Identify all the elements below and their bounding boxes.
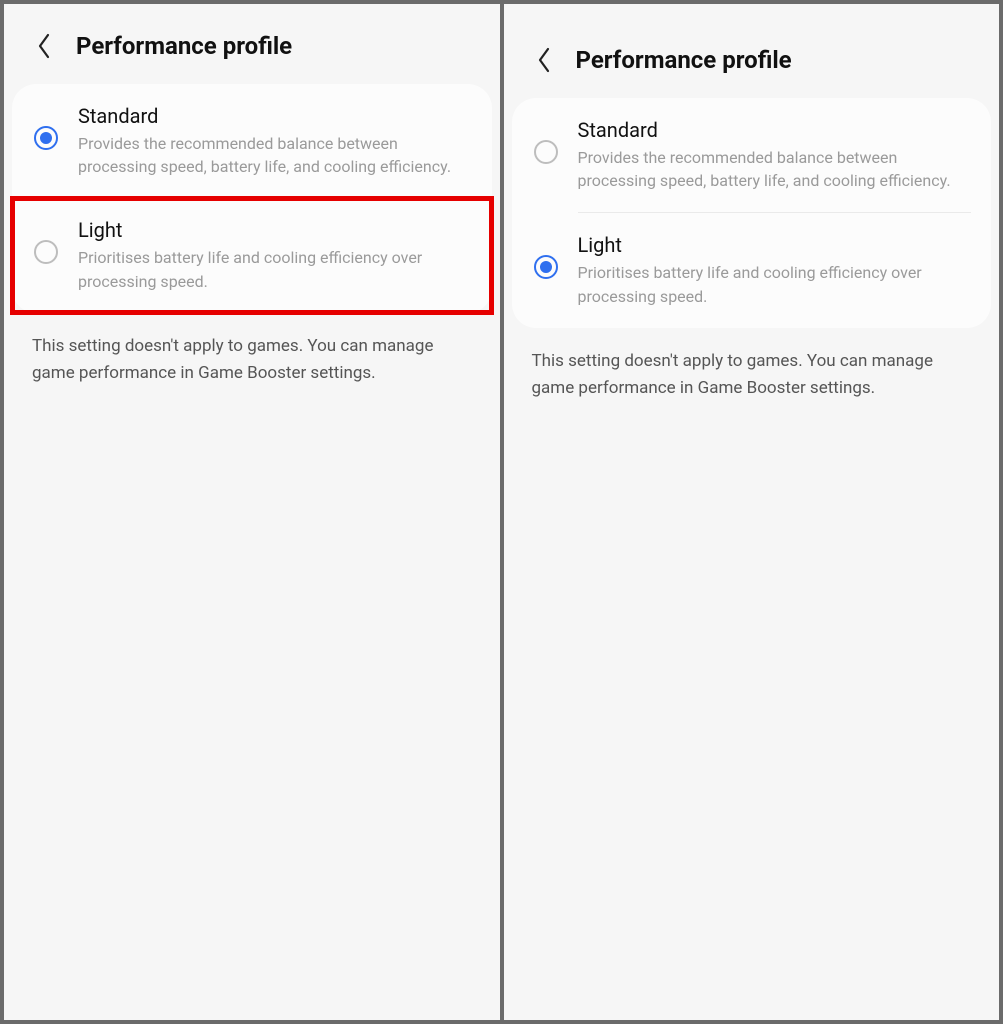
radio-light[interactable] (534, 255, 558, 279)
footer-note: This setting doesn't apply to games. You… (504, 328, 1000, 402)
back-icon[interactable] (34, 36, 54, 56)
footer-note: This setting doesn't apply to games. You… (4, 313, 500, 387)
option-text: Standard Provides the recommended balanc… (78, 104, 472, 178)
option-standard[interactable]: Standard Provides the recommended balanc… (12, 84, 492, 198)
option-title: Light (78, 218, 472, 242)
radio-standard[interactable] (534, 140, 558, 164)
settings-panel-right: Performance profile Standard Provides th… (504, 4, 1000, 1020)
option-title: Standard (578, 118, 972, 142)
option-desc: Prioritises battery life and cooling eff… (578, 261, 972, 307)
option-title: Light (578, 233, 972, 257)
option-light[interactable]: Light Prioritises battery life and cooli… (512, 213, 992, 327)
back-icon[interactable] (534, 50, 554, 70)
header: Performance profile (4, 4, 500, 84)
page-title: Performance profile (576, 46, 792, 74)
option-title: Standard (78, 104, 472, 128)
option-light[interactable]: Light Prioritises battery life and cooli… (12, 198, 492, 312)
options-card: Standard Provides the recommended balanc… (12, 84, 492, 313)
option-desc: Provides the recommended balance between… (578, 146, 972, 192)
option-text: Light Prioritises battery life and cooli… (78, 218, 472, 292)
radio-standard[interactable] (34, 126, 58, 150)
options-card: Standard Provides the recommended balanc… (512, 98, 992, 328)
header: Performance profile (504, 18, 1000, 98)
radio-light[interactable] (34, 240, 58, 264)
page-title: Performance profile (76, 32, 292, 60)
settings-panel-left: Performance profile Standard Provides th… (4, 4, 500, 1020)
option-standard[interactable]: Standard Provides the recommended balanc… (512, 98, 992, 212)
option-desc: Prioritises battery life and cooling eff… (78, 246, 472, 292)
option-text: Standard Provides the recommended balanc… (578, 118, 972, 192)
option-text: Light Prioritises battery life and cooli… (578, 233, 972, 307)
option-desc: Provides the recommended balance between… (78, 132, 472, 178)
